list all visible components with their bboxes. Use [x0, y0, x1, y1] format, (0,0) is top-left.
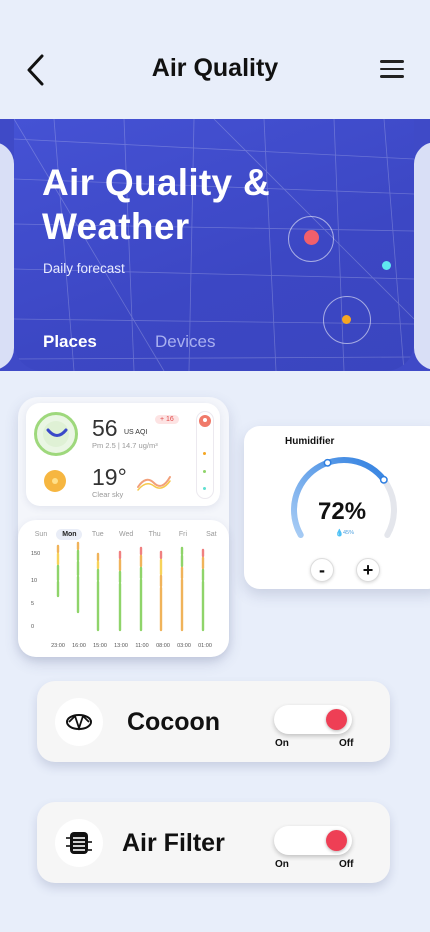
sun-icon: [44, 470, 66, 492]
map-marker-red[interactable]: [304, 230, 319, 245]
air-filter-toggle[interactable]: [274, 826, 352, 855]
toggle-off-label: Off: [339, 859, 354, 870]
tab-places[interactable]: Places: [43, 332, 97, 352]
aqi-panel[interactable]: 56 US AQI + 16 Pm 2.5 | 14.7 ug/m³ 19° C…: [26, 403, 220, 506]
toggle-knob: [326, 709, 347, 730]
x-axis-label: 13:00: [114, 643, 128, 649]
air-stats-card: 56 US AQI + 16 Pm 2.5 | 14.7 ug/m³ 19° C…: [18, 397, 229, 657]
weather-description: Clear sky: [92, 490, 124, 499]
smile-face-icon: [34, 412, 78, 456]
device-row-cocoon[interactable]: Cocoon On Off: [37, 681, 390, 762]
aqi-value: 56: [92, 415, 118, 441]
x-axis-label: 01:00: [198, 643, 212, 649]
hamburger-menu-icon: [380, 60, 404, 63]
gauge-handle[interactable]: [379, 475, 388, 484]
slider-knob[interactable]: [199, 415, 211, 427]
toggle-on-label: On: [275, 859, 289, 870]
toggle-off-label: Off: [339, 738, 354, 749]
forecast-bars: [56, 541, 205, 632]
device-row-air-filter[interactable]: Air Filter On Off: [37, 802, 390, 883]
aqi-scale-slider[interactable]: [196, 411, 214, 499]
map-marker-orange[interactable]: [342, 315, 351, 324]
cocoon-toggle[interactable]: [274, 705, 352, 734]
air-filter-icon: [55, 819, 103, 867]
tab-devices[interactable]: Devices: [155, 332, 215, 352]
x-axis-label: 03:00: [177, 643, 191, 649]
hero-next-card[interactable]: [414, 142, 430, 370]
trend-wave-icon: [137, 476, 171, 491]
aqi-change-badge: + 16: [155, 415, 179, 424]
menu-button[interactable]: [378, 60, 406, 84]
aqi-unit: US AQI: [124, 429, 148, 436]
pm-reading: Pm 2.5 | 14.7 ug/m³: [92, 441, 158, 450]
increase-button[interactable]: +: [356, 558, 380, 582]
humidity-sub-value: 45%: [343, 530, 355, 536]
device-name: Cocoon: [127, 708, 221, 736]
forecast-chart-panel: Sun Mon Tue Wed Thu Fri Sat 150 10 5 0 23:00 16…: [18, 520, 229, 657]
decrease-button[interactable]: -: [310, 558, 334, 582]
page-title: Air Quality: [151, 54, 279, 82]
gauge-handle[interactable]: [323, 458, 332, 467]
humidity-value: 72%: [318, 498, 367, 525]
toggle-knob: [326, 830, 347, 851]
x-axis-label: 23:00: [51, 643, 65, 649]
hero-subtitle: Daily forecast: [43, 261, 125, 276]
toggle-on-label: On: [275, 738, 289, 749]
map-marker-cyan[interactable]: [382, 261, 391, 270]
humidifier-card: Humidifier 72% 💧 45% - +: [244, 426, 430, 589]
x-axis-label: 15:00: [93, 643, 107, 649]
hero-prev-card[interactable]: [0, 142, 14, 370]
x-axis-label: 11:00: [135, 643, 149, 649]
x-axis-label: 16:00: [72, 643, 86, 649]
x-axis-label: 08:00: [156, 643, 170, 649]
cocoon-leaf-icon: [55, 698, 103, 746]
header: Air Quality: [0, 0, 430, 120]
device-name: Air Filter: [122, 829, 225, 857]
hero-card: Air Quality & Weather Daily forecast Pla…: [14, 119, 414, 371]
temperature: 19°: [92, 464, 127, 490]
humidifier-title: Humidifier: [285, 436, 335, 447]
